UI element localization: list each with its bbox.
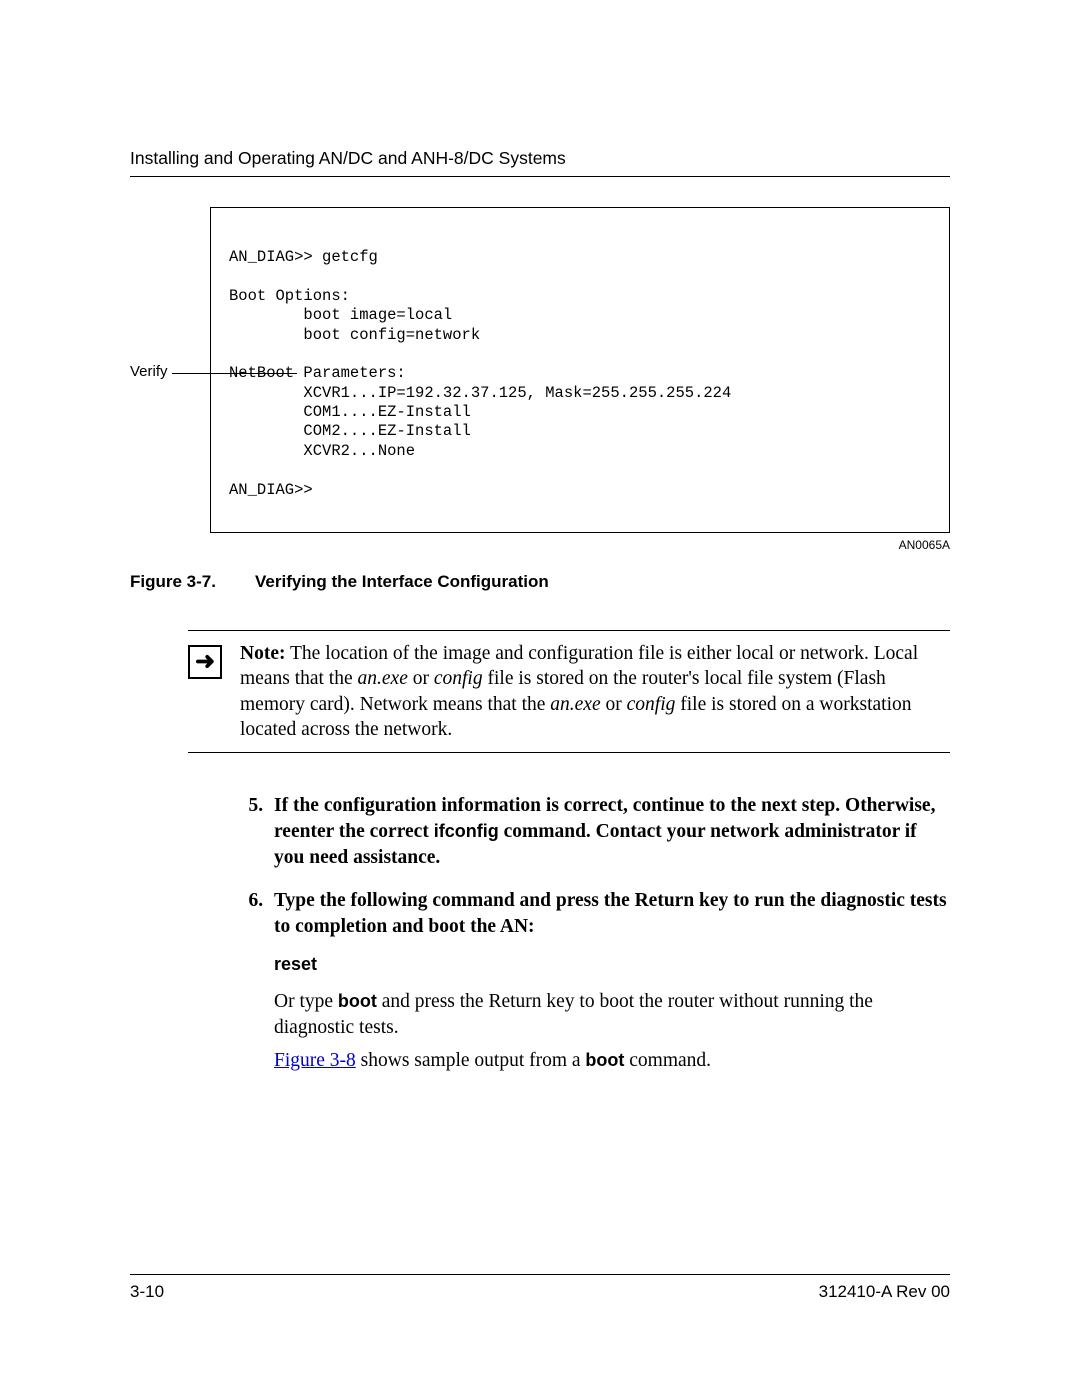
page-number: 3-10 xyxy=(130,1282,164,1302)
figure-image-id: AN0065A xyxy=(130,538,950,552)
verify-callout-line xyxy=(172,373,297,374)
figure-number: Figure 3-7. xyxy=(130,572,255,592)
step-6-para-2: Figure 3-8 shows sample output from a bo… xyxy=(274,1048,950,1074)
step-5: If the configuration information is corr… xyxy=(268,793,950,870)
step-list: If the configuration information is corr… xyxy=(238,793,950,1074)
step-6-para-1: Or type boot and press the Return key to… xyxy=(274,989,950,1040)
doc-revision: 312410-A Rev 00 xyxy=(819,1282,950,1302)
verify-callout-label: Verify xyxy=(130,363,168,380)
figure-caption: Figure 3-7.Verifying the Interface Confi… xyxy=(130,572,950,592)
figure-caption-text: Verifying the Interface Configuration xyxy=(255,572,549,591)
running-header: Installing and Operating AN/DC and ANH-8… xyxy=(130,148,950,169)
figure-3-7: Verify AN_DIAG>> getcfg Boot Options: bo… xyxy=(130,207,950,552)
header-rule xyxy=(130,176,950,177)
reset-command: reset xyxy=(274,954,950,975)
figure-3-8-link[interactable]: Figure 3-8 xyxy=(274,1050,356,1071)
terminal-output: AN_DIAG>> getcfg Boot Options: boot imag… xyxy=(210,207,950,533)
arrow-icon: ➜ xyxy=(188,645,222,679)
note-label: Note: xyxy=(240,643,285,664)
note-text: Note: The location of the image and conf… xyxy=(240,641,950,742)
note-block: ➜ Note: The location of the image and co… xyxy=(188,630,950,753)
page-footer: 3-10 312410-A Rev 00 xyxy=(130,1274,950,1302)
step-6: Type the following command and press the… xyxy=(268,888,950,1074)
